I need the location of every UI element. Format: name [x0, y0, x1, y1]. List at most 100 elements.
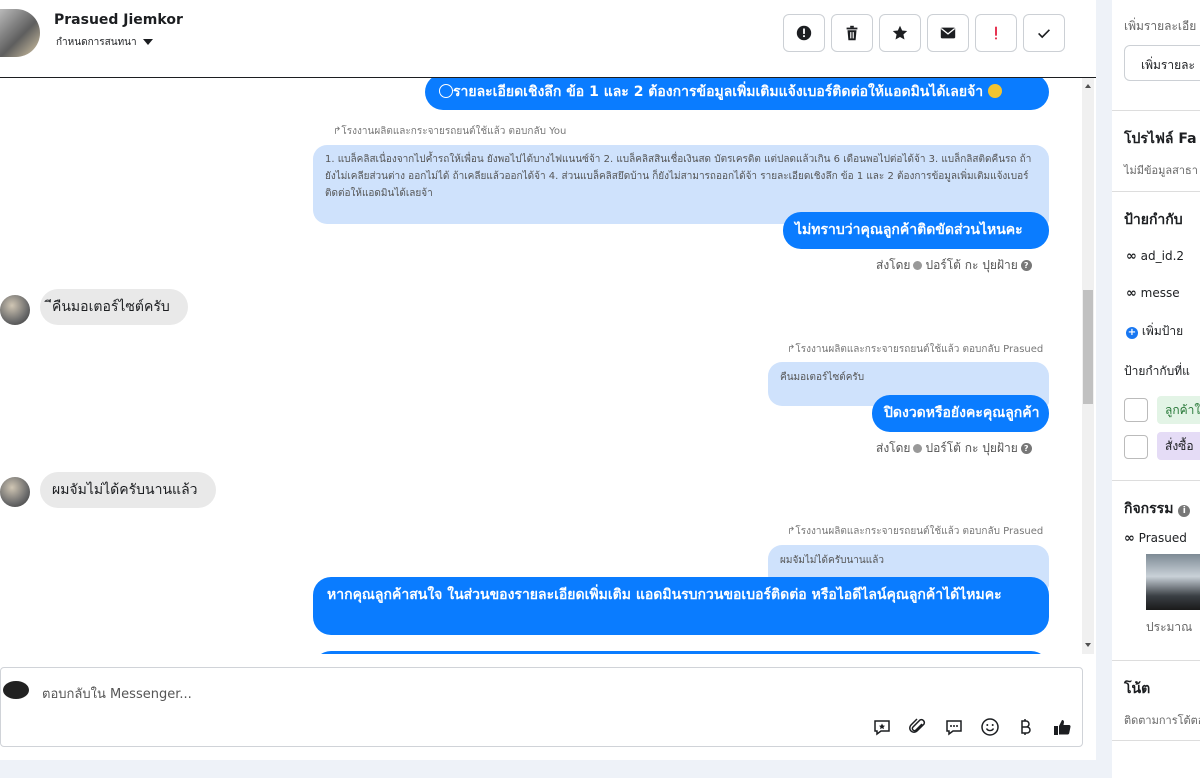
- label-pill[interactable]: สั่งซื้อ: [1157, 432, 1200, 460]
- reply-label-text: โรงงานผลิตและกระจายรถยนต์ใช้แล้ว ตอบกลับ…: [341, 126, 567, 137]
- like-button[interactable]: [1051, 716, 1073, 738]
- message-text: ผมจัมไม่ได้ครับนานแล้ว: [52, 482, 198, 498]
- profile-sub: ไม่มีข้อมูลสาธา: [1124, 164, 1198, 177]
- scroll-down-arrow-icon[interactable]: [1085, 643, 1091, 647]
- assign-label: กำหนดการสนทนา: [56, 37, 137, 48]
- outgoing-message: ปิดงวดหรือยังคะคุณลูกค้า: [872, 395, 1049, 432]
- info-icon[interactable]: i: [1178, 505, 1191, 517]
- scroll-up-arrow-icon[interactable]: [1085, 84, 1091, 88]
- smiley-icon: [981, 718, 999, 736]
- reply-label: ↱โรงงานผลิตและกระจายรถยนต์ใช้แล้ว ตอบกลั…: [333, 126, 567, 137]
- emoji-icon: [988, 84, 1003, 98]
- page-avatar: [3, 681, 29, 699]
- activity-time: ประมาณ: [1146, 620, 1193, 634]
- emoji-button[interactable]: [979, 716, 1001, 738]
- checkmark-icon: [1038, 29, 1050, 39]
- reply-label-text: โรงงานผลิตและกระจายรถยนต์ใช้แล้ว ตอบกลับ…: [795, 526, 1044, 537]
- conversation-assign[interactable]: กำหนดการสนทนา: [56, 35, 153, 50]
- activity-section: กิจกรรม i ∞ Prasued ประมาณ: [1112, 481, 1200, 661]
- incoming-message: ีคืนมอเตอร์ไซต์ครับ: [40, 289, 188, 325]
- help-icon[interactable]: ?: [1020, 260, 1032, 271]
- profile-section: โปรไฟล์ Fa ไม่มีข้อมูลสาธา: [1112, 111, 1200, 192]
- chat-star-icon: [874, 720, 890, 736]
- report-button[interactable]: [783, 14, 825, 52]
- contact-name[interactable]: Prasued Jiemkor: [54, 12, 183, 28]
- attach-button[interactable]: [907, 716, 929, 738]
- profile-title: โปรไฟล์ Fa: [1124, 131, 1197, 147]
- label-pill[interactable]: ลูกค้าใ: [1157, 396, 1200, 424]
- trash-icon: [846, 25, 858, 41]
- add-details-button[interactable]: เพิ่มรายละ: [1124, 45, 1200, 81]
- activity-user: Prasued: [1138, 531, 1187, 545]
- baht-icon: [1021, 719, 1031, 735]
- star-icon: [892, 25, 908, 40]
- labels-section: ป้ายกำกับ ∞ ad_id.2 ∞ messe + เพิ่มป้าย …: [1112, 192, 1200, 481]
- sent-by-row: ส่งโดย ปอร์โต้ กะ ปุยฝ้าย?: [876, 439, 1032, 458]
- mark-done-button[interactable]: [1023, 14, 1065, 52]
- reply-label: ↱โรงงานผลิตและกระจายรถยนต์ใช้แล้ว ตอบกลั…: [787, 526, 1044, 537]
- sent-by-label: ส่งโดย: [876, 258, 911, 272]
- chat-dots-icon: [946, 720, 962, 736]
- incoming-message: ผมจัมไม่ได้ครับนานแล้ว: [40, 472, 216, 508]
- label-checkbox[interactable]: [1124, 398, 1148, 422]
- sent-by-name: ปอร์โต้ กะ ปุยฝ้าย: [925, 258, 1018, 272]
- message-text: รายละเอียดเชิงลึก ข้อ 1 และ 2 ต้องการข้อ…: [453, 84, 984, 100]
- notes-title: โน้ต: [1124, 681, 1151, 697]
- label-tag[interactable]: ∞ ad_id.2: [1126, 249, 1184, 264]
- meta-icon: ∞: [1126, 286, 1137, 301]
- details-section: เพิ่มรายละเอีย เพิ่มรายละ: [1112, 0, 1200, 111]
- reply-input[interactable]: ตอบกลับใน Messenger...: [42, 683, 192, 704]
- sent-by-row: ส่งโดย ปอร์โต้ กะ ปุยฝ้าย?: [876, 256, 1032, 275]
- meta-icon: ∞: [1126, 249, 1137, 264]
- meta-icon: ∞: [1124, 531, 1135, 546]
- plus-circle-icon: +: [1126, 327, 1138, 339]
- mark-unread-button[interactable]: [927, 14, 969, 52]
- message-text: ไม่ทราบว่าคุณลูกค้าติดขัดส่วนไหนคะ: [795, 222, 1023, 238]
- alert-circle-icon: [796, 25, 812, 41]
- star-button[interactable]: [879, 14, 921, 52]
- activity-title: กิจกรรม: [1124, 501, 1174, 517]
- avatar[interactable]: [0, 295, 30, 325]
- saved-reply-button[interactable]: [871, 716, 893, 738]
- outgoing-message-partial: [313, 651, 1049, 654]
- reply-label: ↱โรงงานผลิตและกระจายรถยนต์ใช้แล้ว ตอบกลั…: [787, 344, 1044, 355]
- spam-button[interactable]: [975, 14, 1017, 52]
- contact-sidebar: เพิ่มรายละเอีย เพิ่มรายละ โปรไฟล์ Fa ไม่…: [1112, 0, 1200, 778]
- thread-scrollbar[interactable]: [1082, 78, 1094, 654]
- label-checkbox[interactable]: [1124, 435, 1148, 459]
- help-icon[interactable]: ?: [1020, 443, 1032, 454]
- message-text: ีคืนมอเตอร์ไซต์ครับ: [52, 299, 170, 315]
- label-tag[interactable]: ∞ messe: [1126, 286, 1180, 301]
- delete-button[interactable]: [831, 14, 873, 52]
- message-text: ปิดงวดหรือยังคะคุณลูกค้า: [884, 405, 1040, 421]
- suggested-labels-title: ป้ายกำกับที่แ: [1124, 364, 1190, 378]
- outgoing-message: ไม่ทราบว่าคุณลูกค้าติดขัดส่วนไหนคะ: [783, 212, 1049, 249]
- sent-check-icon: [913, 261, 923, 270]
- tag-text: ad_id.2: [1140, 249, 1185, 263]
- composer: ตอบกลับใน Messenger...: [0, 667, 1083, 747]
- info-icon: [439, 84, 453, 98]
- sent-by-name: ปอร์โต้ กะ ปุยฝ้าย: [925, 441, 1018, 455]
- add-label-text: เพิ่มป้าย: [1141, 324, 1184, 338]
- details-label: เพิ่มรายละเอีย: [1124, 19, 1197, 33]
- tag-text: messe: [1140, 286, 1180, 300]
- quote-text: 1. แบล็คลิสเนื่องจากไปค้ำรถให้เพื่อน ยัง…: [325, 154, 1032, 199]
- contact-avatar[interactable]: [0, 9, 40, 57]
- activity-item[interactable]: ∞ Prasued: [1124, 531, 1187, 546]
- scrollbar-thumb[interactable]: [1083, 290, 1093, 404]
- payment-button[interactable]: [1014, 716, 1036, 738]
- message-thread[interactable]: รายละเอียดเชิงลึก ข้อ 1 และ 2 ต้องการข้อ…: [0, 78, 1096, 654]
- message-text: หากคุณลูกค้าสนใจ ในส่วนของรายละเอียดเพิ่…: [327, 587, 1002, 603]
- activity-title-row: กิจกรรม i: [1124, 498, 1191, 520]
- quick-reply-button[interactable]: [943, 716, 965, 738]
- chevron-down-icon: [142, 39, 153, 45]
- avatar[interactable]: [0, 477, 30, 507]
- envelope-icon: [940, 27, 956, 39]
- chat-panel: Prasued Jiemkor กำหนดการสนทนา รายละเอียด…: [0, 0, 1096, 760]
- notes-section: โน้ต ติดตามการโต้ตอ: [1112, 661, 1200, 741]
- app: Prasued Jiemkor กำหนดการสนทนา รายละเอียด…: [0, 0, 1200, 778]
- add-label-button[interactable]: + เพิ่มป้าย: [1126, 322, 1183, 341]
- notes-sub: ติดตามการโต้ตอ: [1124, 714, 1200, 727]
- exclamation-icon: [995, 26, 997, 40]
- ad-thumbnail[interactable]: [1146, 554, 1200, 610]
